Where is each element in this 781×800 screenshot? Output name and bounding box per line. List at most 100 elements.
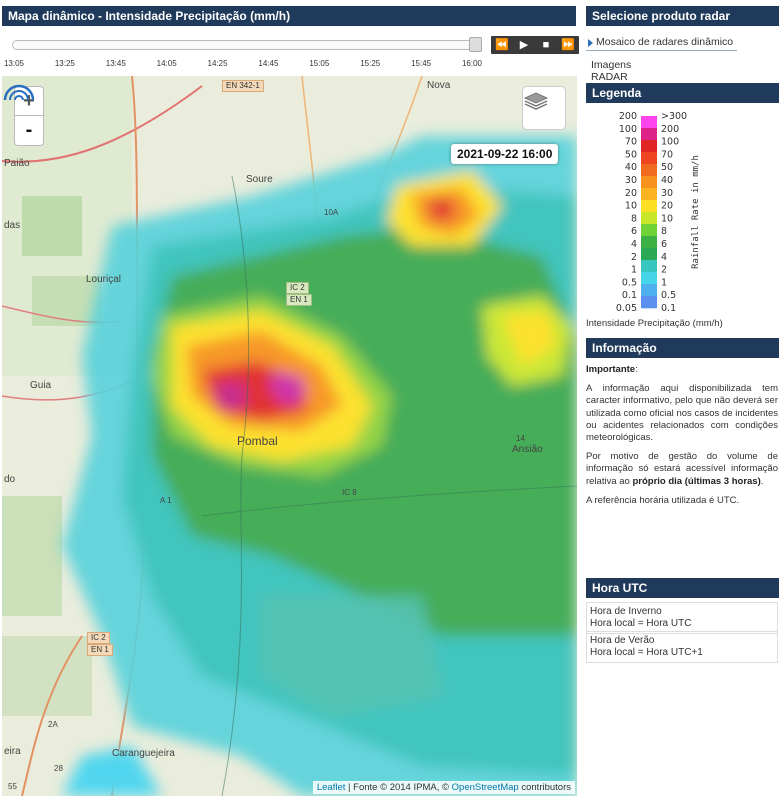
legend-title: Legenda (586, 83, 779, 103)
legend-left-label: 8 (631, 213, 637, 224)
legend-right-label: 0.1 (661, 303, 676, 314)
road-label: 14 (516, 434, 525, 443)
info-paragraph-2-end: . (760, 475, 764, 487)
play-button[interactable]: ▶ (514, 36, 534, 54)
utc-summer-box: Hora de Verão Hora local = Hora UTC+1 (586, 631, 778, 663)
legend-left-label: 10 (625, 201, 637, 212)
legend-left-label: 2 (631, 252, 637, 263)
legend-right-label: 50 (661, 162, 673, 173)
legend-right-label: 70 (661, 149, 673, 160)
legend-right-label: 20 (661, 201, 673, 212)
place-label: do (4, 474, 16, 485)
legend-right-label: 10 (661, 213, 673, 224)
legend-right-label: 8 (661, 226, 667, 237)
road-shield: IC 2 (87, 632, 110, 644)
place-label: Pombal (237, 434, 278, 448)
rewind-button[interactable]: ⏪ (492, 36, 512, 54)
info-important-colon: : (635, 364, 638, 375)
layers-button[interactable] (522, 86, 566, 130)
legend-right-label: 40 (661, 175, 673, 186)
radar-link-images[interactable]: Imagens RADAR (586, 59, 666, 86)
stop-button[interactable]: ■ (536, 36, 556, 54)
info-text: Importante: A informação aqui disponibil… (586, 364, 778, 514)
legend-color-swatch (641, 200, 657, 213)
timeline: 13:05 13:25 13:45 14:05 14:25 14:45 15:05 15:25… (4, 32, 579, 72)
place-label: das (4, 220, 21, 231)
road-label: 55 (8, 782, 17, 791)
legend-left-label: 20 (625, 188, 637, 199)
legend-color-swatch (641, 284, 657, 297)
legend-left-label: 70 (625, 137, 637, 148)
legend-right-label: 200 (661, 124, 679, 135)
legend-axis-label: Rainfall Rate in mm/h (691, 155, 701, 269)
legend-color-swatch (641, 140, 657, 153)
time-tick-label: 13:45 (105, 59, 126, 68)
legend-left-label: 100 (619, 124, 637, 135)
road-label: 10A (324, 208, 339, 217)
utc-title: Hora UTC (586, 578, 779, 598)
legend-color-swatch (641, 152, 657, 165)
legend-left-label: 50 (625, 149, 637, 160)
legend-color-swatch (641, 224, 657, 237)
info-important: Importante (586, 364, 636, 375)
time-slider-handle[interactable] (469, 37, 482, 52)
legend-left-label: 4 (631, 239, 637, 250)
map-timestamp: 2021-09-22 16:00 (451, 144, 559, 164)
legend-color-swatch (641, 272, 657, 285)
osm-link[interactable]: OpenStreetMap (452, 782, 519, 793)
time-tick-label: 13:25 (54, 59, 75, 68)
place-label: Nova (427, 80, 451, 91)
forward-button[interactable]: ⏩ (558, 36, 578, 54)
legend-left-label: 30 (625, 175, 637, 186)
place-label: Paião (4, 158, 30, 169)
legend-color-swatch (641, 260, 657, 273)
legend-color-swatch (641, 248, 657, 261)
legend-right-label: 6 (661, 239, 667, 250)
place-label: Louriçal (86, 274, 122, 285)
info-paragraph-1: A informação aqui disponibilizada tem ca… (586, 383, 778, 444)
legend-color-swatch (641, 212, 657, 225)
time-slider-track[interactable] (12, 40, 482, 50)
legend-right-label: 2 (661, 265, 667, 276)
legend-left-label: 40 (625, 162, 637, 173)
attribution-contributors: contributors (518, 782, 571, 793)
info-paragraph-2-bold: próprio dia (últimas 3 horas) (632, 475, 761, 487)
zoom-out-button[interactable]: - (14, 116, 44, 146)
legend-color-swatch (641, 296, 657, 309)
road-shield: IC 2 (286, 282, 309, 294)
leaflet-link[interactable]: Leaflet (317, 782, 346, 793)
legend-color-swatch (641, 128, 657, 141)
legend-left-label: 0.1 (622, 290, 637, 301)
utc-winter-title: Hora de Inverno (590, 606, 662, 617)
legend: 200 100 70 50 40 30 20 10 8 6 4 2 1 0.5 0.1 0.05 >300 200… (586, 106, 779, 332)
road-shield: EN 1 (87, 644, 113, 656)
info-title: Informação (586, 338, 779, 358)
legend-left-label: 1 (631, 265, 637, 276)
legend-right-label: 100 (661, 137, 679, 148)
place-label: Caranguejeira (112, 748, 175, 759)
time-tick-label: 13:05 (3, 59, 25, 68)
place-label: Ansião (512, 444, 543, 455)
legend-color-swatch (641, 116, 657, 129)
place-label: eira (4, 746, 21, 757)
legend-color-swatch (641, 236, 657, 249)
radar-product-title: Selecione produto radar (586, 6, 779, 26)
legend-colorbar: 200100705040302010864210.50.10.05>300200… (616, 111, 701, 314)
radar-link-mosaic[interactable]: Mosaico de radares dinâmico (586, 36, 737, 51)
radar-map[interactable]: Nova Paião Soure das Louriçal Guia Pomba… (2, 76, 577, 796)
time-tick-label: 14:05 (156, 59, 177, 68)
map-background (2, 76, 577, 796)
road-label: 2A (48, 720, 58, 729)
road-shield: EN 1 (286, 294, 312, 306)
road-label: 28 (54, 764, 63, 773)
legend-right-label: 30 (661, 188, 673, 199)
time-tick-label: 15:25 (360, 59, 381, 68)
legend-left-label: 200 (619, 111, 637, 122)
time-ticks: 13:05 13:25 13:45 14:05 14:25 14:45 15:05 15:25… (4, 56, 484, 68)
map-attribution: Leaflet | Fonte © 2014 IPMA, © OpenStree… (312, 781, 575, 794)
road-shield: EN 342-1 (222, 80, 264, 92)
legend-caption: Intensidade Precipitação (mm/h) (586, 318, 723, 329)
time-tick-label: 15:05 (309, 59, 330, 68)
legend-left-label: 0.05 (616, 303, 637, 314)
playback-controls: ⏪ ▶ ■ ⏩ (491, 36, 579, 54)
